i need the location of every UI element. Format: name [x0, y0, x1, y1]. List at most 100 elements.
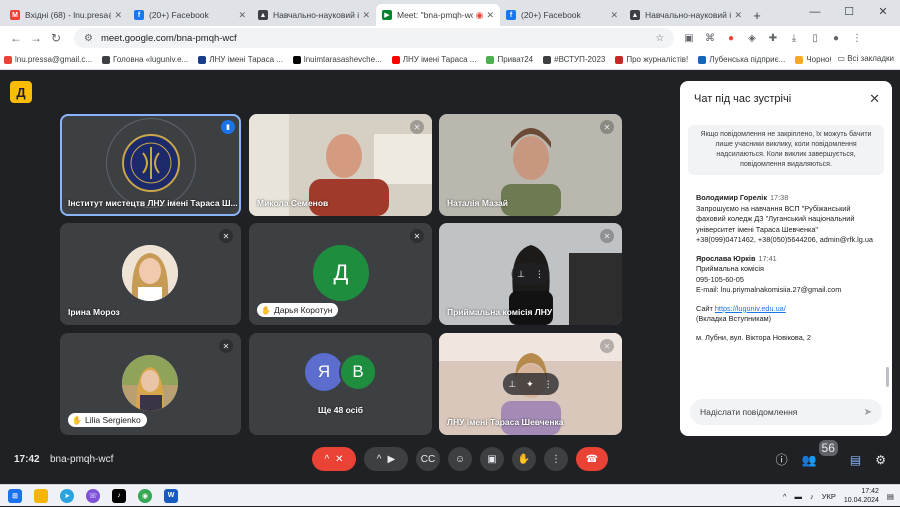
meeting-logo[interactable]: Д — [10, 81, 32, 103]
tab-gmail[interactable]: M Вхідні (68) - lnu.presa@... ✕ — [4, 4, 128, 26]
bookmark-item[interactable]: Лубенська підприє... — [698, 55, 785, 64]
menu-icon[interactable]: ⋮ — [848, 33, 866, 44]
more-options-icon[interactable]: ⋮ — [535, 269, 544, 280]
close-tab-icon[interactable]: ✕ — [610, 10, 618, 21]
forward-icon[interactable]: → — [26, 31, 46, 45]
reactions-button[interactable]: ☺ — [448, 447, 472, 471]
participant-tile[interactable]: ✕ ✋ Lilia Sergienko — [60, 333, 241, 435]
system-clock[interactable]: 17:42 10.04.2024 — [844, 487, 879, 505]
chevron-up-icon[interactable]: ^ — [377, 454, 382, 465]
tray-chevron-icon[interactable]: ^ — [783, 492, 787, 501]
translate-icon[interactable]: ⌘ — [701, 33, 719, 44]
taskbar-chrome[interactable]: ◉ — [134, 485, 156, 507]
speaking-indicator-icon: ▮ — [221, 120, 235, 134]
maximize-button[interactable]: ☐ — [832, 0, 866, 24]
chat-message: Володимир Горелік 17:38 Запрошуємо на нав… — [696, 193, 882, 246]
puzzle-icon[interactable]: ✚ — [764, 33, 782, 44]
graduation-cap-icon — [102, 55, 111, 64]
bookmark-item[interactable]: ЛНУ імені Тараса ... — [198, 55, 283, 64]
raise-hand-button[interactable]: ✋ — [512, 447, 536, 471]
back-icon[interactable]: ← — [6, 31, 26, 45]
graduation-cap-icon: ▲ — [630, 10, 640, 20]
tab-title: (20+) Facebook — [521, 10, 581, 20]
people-icon[interactable]: 👥56 — [802, 439, 838, 467]
university-icon — [198, 55, 207, 64]
participant-tile[interactable]: ✕ Микола Семенов — [249, 114, 432, 216]
participant-tile[interactable]: ▮ Інститут мистецтв ЛНУ імені Тараса Ш..… — [60, 114, 241, 216]
pin-icon[interactable]: ⊥ — [517, 269, 525, 280]
tab-institute-2[interactable]: ▲ Навчально-науковий інс... ✕ — [624, 4, 748, 26]
participant-tile[interactable]: ✕ ⊥ ✦ ⋮ ЛНУ імені Тараса Шевченка — [439, 333, 622, 435]
tab-facebook[interactable]: f (20+) Facebook ✕ — [128, 4, 252, 26]
microphone-toggle[interactable]: ^ ✕ — [312, 447, 356, 471]
network-icon[interactable]: ▬ — [794, 492, 802, 501]
reload-icon[interactable]: ↻ — [46, 31, 66, 45]
bookmark-item[interactable]: lnuimtarasashevche... — [292, 55, 382, 64]
adblock-icon[interactable]: ● — [722, 33, 740, 44]
participant-tile[interactable]: ✕ Ірина Мороз — [60, 223, 241, 325]
taskbar-explorer[interactable] — [30, 485, 52, 507]
close-tab-icon[interactable]: ✕ — [734, 10, 742, 21]
camera-toggle[interactable]: ^ ▶ — [364, 447, 408, 471]
input-language[interactable]: УКР — [822, 492, 836, 501]
bookmark-item[interactable]: ЛНУ імені Тараса ... — [391, 55, 476, 64]
close-tab-icon[interactable]: ✕ — [362, 10, 370, 21]
bookmark-item[interactable]: Про журналістів! — [615, 55, 688, 64]
volume-icon[interactable]: ♪ — [810, 492, 814, 501]
message-line: (Вкладка Вступникам) — [696, 314, 772, 323]
send-icon[interactable]: ➤ — [864, 407, 872, 418]
site-info-icon[interactable]: ⚙ — [84, 33, 93, 44]
notifications-icon[interactable]: ▤ — [887, 492, 894, 501]
more-options-icon[interactable]: ⋮ — [544, 379, 553, 390]
leave-call-button[interactable]: ☎ — [576, 447, 608, 471]
close-icon[interactable]: ✕ — [869, 91, 880, 107]
close-tab-icon[interactable]: ✕ — [486, 10, 494, 21]
more-participants-tile[interactable]: Я В Ще 48 осіб — [249, 333, 432, 435]
bookmark-item[interactable]: Головна «luguniv.e... — [102, 55, 188, 64]
present-button[interactable]: ▣ — [480, 447, 504, 471]
tile-hover-controls: ⊥ ⋮ — [511, 263, 550, 285]
profile-icon[interactable]: ● — [827, 33, 845, 44]
participant-tile[interactable]: Д ✕ ✋ Дарья Коротун — [249, 223, 432, 325]
close-tab-icon[interactable]: ✕ — [238, 10, 246, 21]
bookmarks-bar: lnu.pressa@gmail.c... Головна «luguniv.e… — [0, 50, 900, 70]
download-icon[interactable]: ⤓ — [785, 33, 803, 44]
participant-name: Інститут мистецтв ЛНУ імені Тараса Ш... — [68, 198, 238, 208]
site-link[interactable]: https://luguniv.edu.ua/ — [715, 304, 786, 313]
start-button[interactable]: ⊞ — [4, 485, 26, 507]
tab-facebook-2[interactable]: f (20+) Facebook ✕ — [500, 4, 624, 26]
minimize-button[interactable]: — — [798, 0, 832, 24]
address-bar[interactable]: ⚙ meet.google.com/bna-pmqh-wcf ☆ — [74, 28, 674, 48]
sidepanel-icon[interactable]: ▯ — [806, 33, 824, 44]
close-tab-icon[interactable]: ✕ — [114, 10, 122, 21]
participant-name: ✋ Дарья Коротун — [257, 303, 339, 317]
participant-tile[interactable]: ✕ ⊥ ⋮ Приймальна комісія ЛНУ — [439, 223, 622, 325]
all-bookmarks-button[interactable]: ▭ Всі закладки — [831, 54, 894, 63]
new-tab-button[interactable]: + — [748, 4, 766, 26]
taskbar-viber[interactable]: ☏ — [82, 485, 104, 507]
pin-icon[interactable]: ⊥ — [508, 379, 516, 390]
camera-icon[interactable]: ▣ — [680, 33, 698, 44]
info-icon[interactable]: ⓘ — [776, 451, 788, 468]
participant-tile[interactable]: ✕ Наталія Мазай — [439, 114, 622, 216]
chevron-up-icon[interactable]: ^ — [324, 454, 329, 465]
taskbar-telegram[interactable]: ➤ — [56, 485, 78, 507]
chat-scrollbar[interactable] — [886, 367, 889, 387]
extension-icon[interactable]: ◈ — [743, 33, 761, 44]
bookmark-item[interactable]: lnu.pressa@gmail.c... — [4, 55, 92, 64]
tab-institute[interactable]: ▲ Навчально-науковий інс... ✕ — [252, 4, 376, 26]
more-options-button[interactable]: ⋮ — [544, 447, 568, 471]
taskbar-tiktok[interactable]: ♪ — [108, 485, 130, 507]
bookmark-label: lnu.pressa@gmail.c... — [15, 55, 93, 64]
effects-icon[interactable]: ✦ — [526, 379, 534, 390]
bookmark-item[interactable]: #ВСТУП-2023 — [543, 55, 605, 64]
bookmark-item[interactable]: Приват24 — [486, 55, 533, 64]
chat-input[interactable]: Надіслати повідомлення ➤ — [690, 399, 882, 425]
close-window-button[interactable]: ✕ — [866, 0, 900, 24]
chat-icon[interactable]: ▤ — [850, 453, 861, 467]
taskbar-word[interactable]: W — [160, 485, 182, 507]
tab-meet[interactable]: ▶ Meet: "bna-pmqh-wcf" ◉ ✕ — [376, 4, 500, 26]
captions-button[interactable]: CC — [416, 447, 440, 471]
activities-icon[interactable]: ⚙ — [875, 453, 886, 467]
bookmark-star-icon[interactable]: ☆ — [655, 33, 664, 44]
